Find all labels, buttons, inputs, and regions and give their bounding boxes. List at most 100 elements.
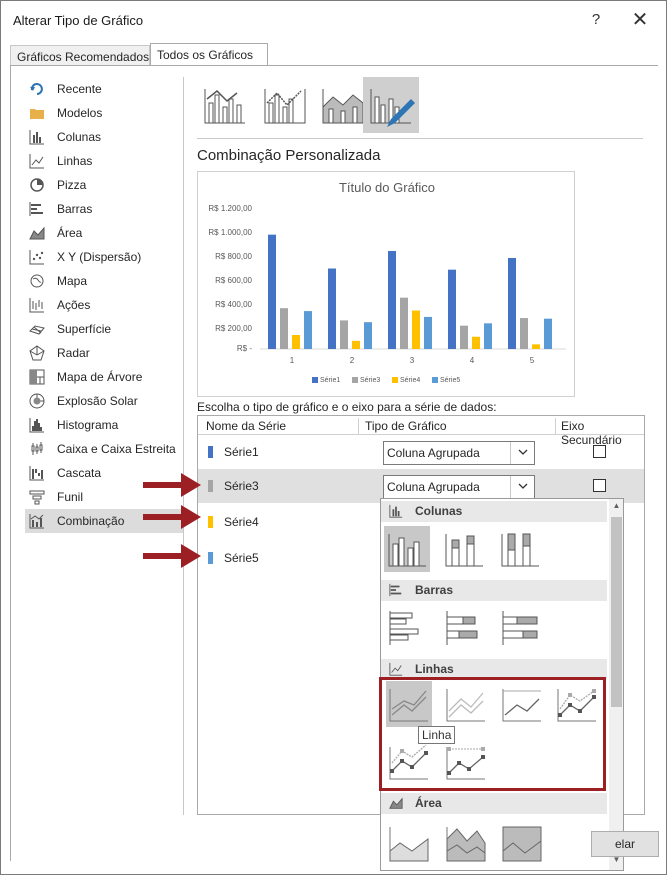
- gallery-option-100-stacked-column[interactable]: [497, 526, 543, 572]
- legend-swatch: [352, 377, 358, 384]
- subtype-clustered-column-line[interactable]: [197, 77, 253, 133]
- stacked-column-icon: [445, 534, 483, 567]
- sidebar-item-xy-dispersao[interactable]: X Y (Dispersão): [25, 245, 183, 269]
- tab-recommended-charts[interactable]: Gráficos Recomendados: [10, 45, 150, 66]
- chevron-down-icon[interactable]: [510, 476, 534, 498]
- gallery-option-stacked-column[interactable]: [441, 526, 487, 572]
- map-chart-icon: [30, 274, 44, 288]
- sidebar-item-recente[interactable]: Recente: [25, 77, 183, 101]
- gallery-option-clustered-column[interactable]: [384, 526, 430, 572]
- bar-Série1-2: [328, 268, 336, 349]
- sidebar-item-linhas[interactable]: Linhas: [25, 149, 183, 173]
- bar-chart-icon: [29, 202, 43, 216]
- gallery-section-bars: Barras: [381, 580, 607, 601]
- line-chart-icon: [389, 662, 403, 676]
- red-arrow-icon: [143, 505, 201, 529]
- gallery-option-stacked-bar[interactable]: [441, 605, 487, 651]
- tab-all-charts[interactable]: Todos os Gráficos: [150, 43, 268, 66]
- help-button[interactable]: ?: [585, 9, 607, 31]
- combo-chart-icon: [29, 514, 44, 529]
- histogram-chart-icon: [29, 418, 44, 433]
- sidebar-item-radar[interactable]: Radar: [25, 341, 183, 365]
- gallery-option-stacked-area[interactable]: [443, 821, 489, 867]
- table-row[interactable]: Série1 Coluna Agrupada: [198, 435, 644, 469]
- cancel-button[interactable]: elar: [591, 831, 659, 857]
- chart-type-value: Coluna Agrupada: [387, 480, 480, 494]
- bar-Série4-4: [472, 336, 480, 349]
- sidebar-item-label: Linhas: [57, 154, 93, 168]
- stacked-100-bar-icon: [502, 611, 538, 645]
- gallery-option-clustered-bar[interactable]: [384, 605, 430, 651]
- sidebar-item-superficie[interactable]: Superfície: [25, 317, 183, 341]
- legend-swatch: [432, 377, 438, 384]
- sidebar-item-histograma[interactable]: Histograma: [25, 413, 183, 437]
- red-arrow-icon: [143, 544, 201, 568]
- sidebar-item-area[interactable]: Área: [25, 221, 183, 245]
- sidebar-item-label: Mapa de Árvore: [57, 370, 143, 384]
- bar-chart-icon: [389, 583, 402, 597]
- bar-Série4-1: [292, 335, 300, 349]
- secondary-axis-checkbox[interactable]: [593, 479, 606, 492]
- bar-Série3-3: [400, 297, 408, 349]
- gallery-section-label: Área: [415, 796, 442, 810]
- close-button[interactable]: ✕: [627, 7, 653, 33]
- bar-Série5-2: [364, 322, 372, 349]
- sidebar-item-label: Colunas: [57, 130, 102, 144]
- bar-Série1-1: [268, 234, 276, 349]
- subtype-column-line-secondary[interactable]: [257, 77, 313, 133]
- gallery-section-label: Barras: [415, 583, 454, 597]
- red-arrow-icon: [143, 473, 201, 497]
- bar-Série4-2: [352, 340, 360, 349]
- waterfall-chart-icon: [29, 466, 44, 481]
- bar-Série5-4: [484, 323, 492, 349]
- column-chart-icon: [29, 130, 44, 145]
- scrollbar-thumb[interactable]: [611, 517, 622, 707]
- sidebar-item-modelos[interactable]: Modelos: [25, 101, 183, 125]
- gallery-section-label: Linhas: [415, 662, 454, 676]
- legend-swatch: [312, 377, 318, 384]
- chart-type-dropdown[interactable]: Coluna Agrupada: [383, 475, 535, 499]
- bar-Série5-5: [544, 318, 552, 349]
- area-chart-icon: [29, 226, 45, 240]
- bar-Série5-3: [424, 316, 432, 349]
- series-name: Série4: [224, 515, 259, 529]
- sidebar-divider: [183, 77, 184, 815]
- sidebar-item-mapa[interactable]: Mapa: [25, 269, 183, 293]
- series-color-swatch: [208, 446, 213, 458]
- sidebar-item-label: Ações: [57, 298, 91, 312]
- x-tick-label: 3: [409, 356, 415, 365]
- legend-item: Série1: [312, 377, 340, 384]
- sidebar-item-acoes[interactable]: Ações: [25, 293, 183, 317]
- combo-column-line-secondary-icon: [264, 89, 306, 124]
- sidebar-item-label: Radar: [57, 346, 90, 360]
- pie-chart-icon: [30, 178, 44, 192]
- chart-type-dropdown[interactable]: Coluna Agrupada: [383, 441, 535, 465]
- subtype-custom-combination[interactable]: [363, 77, 419, 133]
- scroll-up-icon[interactable]: ▲: [609, 501, 623, 513]
- sidebar-item-caixa-e-caixa-estreita[interactable]: Caixa e Caixa Estreita: [25, 437, 183, 461]
- subtype-divider: [197, 138, 643, 139]
- series-color-swatch: [208, 552, 213, 564]
- combo-column-line-icon: [204, 89, 245, 124]
- legend-item: Série5: [432, 377, 460, 384]
- sidebar-item-barras[interactable]: Barras: [25, 197, 183, 221]
- sidebar-item-explosao-solar[interactable]: Explosão Solar: [25, 389, 183, 413]
- gallery-section-columns: Colunas: [381, 501, 607, 522]
- gallery-scrollbar[interactable]: ▲ ▼: [609, 499, 623, 870]
- chevron-down-icon[interactable]: [510, 442, 534, 464]
- secondary-axis-checkbox[interactable]: [593, 445, 606, 458]
- gallery-option-100-stacked-bar[interactable]: [497, 605, 543, 651]
- gallery-option-100-stacked-area[interactable]: [499, 821, 545, 867]
- section-title: Combinação Personalizada: [197, 147, 381, 164]
- bar-Série3-2: [340, 320, 348, 349]
- series-color-swatch: [208, 516, 213, 528]
- series-name: Série5: [224, 551, 259, 565]
- sidebar-item-colunas[interactable]: Colunas: [25, 125, 183, 149]
- sidebar-item-mapa-de-arvore[interactable]: Mapa de Árvore: [25, 365, 183, 389]
- gallery-option-area[interactable]: [386, 821, 432, 867]
- sidebar-item-pizza[interactable]: Pizza: [25, 173, 183, 197]
- sidebar-item-label: Recente: [57, 82, 102, 96]
- sidebar-item-label: Barras: [57, 202, 93, 216]
- sidebar-item-label: Pizza: [57, 178, 87, 192]
- stacked-100-area-icon: [502, 826, 542, 862]
